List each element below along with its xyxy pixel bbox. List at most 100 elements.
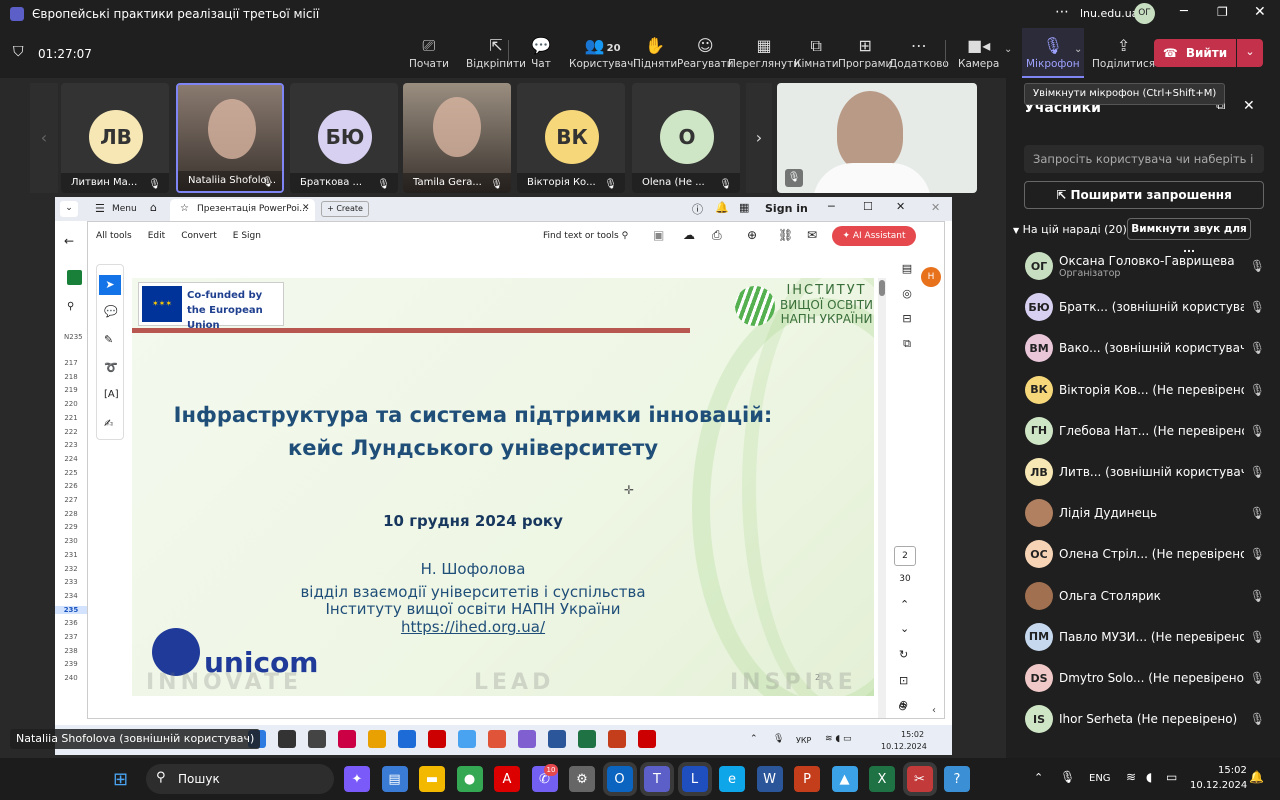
photos-icon[interactable]: ▲ xyxy=(831,766,858,792)
invite-input[interactable]: Запросіть користувача чи наберіть і xyxy=(1024,145,1264,173)
share-invite-button[interactable]: ⇱ Поширити запрошення xyxy=(1024,181,1264,209)
mute-all-button[interactable]: Вимкнути звук для ... xyxy=(1127,218,1251,255)
profile-chevron-icon[interactable]: ⌄ xyxy=(60,201,78,217)
acrobat-menu-item[interactable]: E Sign xyxy=(233,231,261,241)
prev-tiles-arrow-icon[interactable]: ‹ xyxy=(30,83,58,193)
select-tool-icon[interactable]: ➤ xyxy=(99,275,121,295)
scrollbar-thumb[interactable] xyxy=(879,280,885,296)
browser-close-icon[interactable]: ✕ xyxy=(896,200,905,213)
acrobat-menu-item[interactable]: All tools xyxy=(96,231,132,241)
tray-up-icon[interactable]: ⌃ xyxy=(1034,771,1043,784)
participant-row[interactable]: ОС Олена Стріл... (Не перевірено) 🎙 xyxy=(1025,536,1265,572)
tray-date[interactable]: 10.12.2024 xyxy=(1190,780,1247,791)
sign-tool-icon[interactable]: ✍ xyxy=(104,417,113,430)
help-icon[interactable]: ? xyxy=(944,766,970,792)
participant-tile[interactable]: ВК Вікторія Ко... 🎙 xyxy=(517,83,625,193)
close-icon[interactable]: ✕ xyxy=(1254,4,1266,20)
participant-row[interactable]: ВК Вікторія Ков... (Не перевірено) 🎙 xyxy=(1025,372,1265,408)
fit-page-icon[interactable]: ⊡ xyxy=(899,674,908,687)
page-down-icon[interactable]: ⌄ xyxy=(900,622,909,635)
word-icon[interactable]: W xyxy=(756,766,783,792)
leave-options-chevron-icon[interactable]: ⌄ xyxy=(1237,39,1263,67)
outer-close-icon[interactable]: ✕ xyxy=(931,201,940,214)
participant-row[interactable]: ОГ Оксана Головко-Гаврищева Організатор 🎙 xyxy=(1025,248,1265,284)
copy-icon[interactable]: ⧉ xyxy=(894,337,920,351)
toolbar-button-5[interactable]: ☺ Реагувати xyxy=(677,36,734,76)
share-button[interactable]: ⇪ Поділитися xyxy=(1092,36,1155,76)
participant-tile[interactable]: БЮ Браткова ... 🎙 xyxy=(290,83,398,193)
edge-icon[interactable]: e xyxy=(719,766,745,792)
toolbar-button-8[interactable]: ⊞ Програми xyxy=(838,36,892,76)
hamburger-icon[interactable]: ☰ xyxy=(95,202,105,215)
create-button[interactable]: + Create xyxy=(321,201,369,217)
bell-icon[interactable]: 🔔 xyxy=(715,201,729,214)
tab-close-icon[interactable]: ✕ xyxy=(302,203,310,213)
acrobat-icon[interactable]: A xyxy=(494,766,520,792)
participant-row[interactable]: IS Ihor Serheta (Не перевірено) 🎙 xyxy=(1025,701,1265,737)
copilot-icon[interactable]: ✦ xyxy=(344,766,370,792)
participant-tile[interactable]: ЛВ Литвин Ма... 🎙 xyxy=(61,83,169,193)
app-l-icon[interactable]: L xyxy=(677,762,712,796)
participant-tile[interactable]: О Olena (Не ... 🎙 xyxy=(632,83,740,193)
apps-grid-icon[interactable]: ▦ xyxy=(739,201,749,214)
browser-minimize-icon[interactable]: ─ xyxy=(828,200,835,213)
slide-url-link[interactable]: https://ihed.org.ua/ xyxy=(132,618,844,636)
help-icon[interactable]: ⓘ xyxy=(692,201,703,217)
participant-row[interactable]: Ольга Столярик 🎙 xyxy=(1025,578,1265,614)
chrome-icon[interactable]: ● xyxy=(456,766,483,792)
toolbar-button-7[interactable]: ⧉ Кімнати xyxy=(794,36,839,76)
outlook-icon[interactable]: O xyxy=(602,762,637,796)
folder-icon[interactable]: ▬ xyxy=(419,766,445,792)
camera-options-chevron-icon[interactable]: ⌄ xyxy=(1004,44,1012,55)
text-tool-icon[interactable]: [A] xyxy=(104,389,119,400)
menu-label[interactable]: Menu xyxy=(112,204,137,214)
comment-tool-icon[interactable]: 💬 xyxy=(104,305,118,318)
tray-volume-icon[interactable]: ◖ xyxy=(1146,770,1152,784)
pen-tool-icon[interactable]: ✎ xyxy=(104,333,113,346)
restore-icon[interactable]: ❐ xyxy=(1217,5,1228,19)
store-icon[interactable]: ▤ xyxy=(381,766,408,792)
settings-icon[interactable]: ⚙ xyxy=(569,766,595,792)
ai-assistant-button[interactable]: ✦ AI Assistant xyxy=(832,226,916,246)
next-tiles-arrow-icon[interactable]: › xyxy=(746,83,772,193)
participant-row[interactable]: ПМ Павло МУЗИ... (Не перевірено) 🎙 xyxy=(1025,619,1265,655)
save-icon[interactable]: ▣ xyxy=(653,228,664,242)
camera-button[interactable]: ■◂ Камера xyxy=(958,36,999,76)
toolbar-button-0[interactable]: ⎚ Почати xyxy=(409,36,449,76)
page-up-icon[interactable]: ⌃ xyxy=(900,598,909,611)
home-icon[interactable]: ⌂ xyxy=(150,201,157,214)
link-icon[interactable]: ⛓ xyxy=(778,228,793,242)
mic-options-chevron-icon[interactable]: ⌄ xyxy=(1074,44,1082,55)
ai-search-icon[interactable]: ⊕ xyxy=(747,228,757,242)
minimize-icon[interactable]: ─ xyxy=(1180,4,1188,19)
meeting-section-toggle[interactable]: ▼ На цій нараді (20) xyxy=(1013,223,1127,236)
lasso-tool-icon[interactable]: ➰ xyxy=(104,361,118,374)
browser-restore-icon[interactable]: ☐ xyxy=(863,200,873,213)
participant-tile[interactable]: Tamila Gera... 🎙 xyxy=(403,83,511,193)
snipping-icon[interactable]: ✂ xyxy=(902,762,937,796)
participant-row[interactable]: ЛВ Литв... (зовнішній користувач) 🎙 xyxy=(1025,454,1265,490)
notification-bell-icon[interactable]: 🔔 xyxy=(1249,770,1264,784)
participant-row[interactable]: Лідія Дудинець 🎙 xyxy=(1025,495,1265,531)
more-icon[interactable]: ⋯ xyxy=(1055,4,1069,20)
toolbar-button-3[interactable]: 👥 20 Користувачі xyxy=(569,36,636,76)
taskbar-search[interactable]: ⚲ Пошук xyxy=(146,764,334,794)
collapse-arrow-icon[interactable]: ‹ xyxy=(932,705,936,716)
tray-wifi-icon[interactable]: ≋ xyxy=(1126,770,1136,784)
bookmark-icon[interactable]: ⊟ xyxy=(894,312,920,325)
tray-battery-icon[interactable]: ▭ xyxy=(1166,770,1177,784)
notes-icon[interactable]: ▤ xyxy=(894,262,920,275)
toolbar-button-9[interactable]: ⋯ Додатково xyxy=(889,36,949,76)
participant-row[interactable]: ГН Глебова Нат... (Не перевірено) 🎙 xyxy=(1025,413,1265,449)
toolbar-button-4[interactable]: ✋ Підняти xyxy=(633,36,677,76)
zoom-out-icon[interactable]: ⊖ xyxy=(898,700,907,713)
mail-icon[interactable]: ✉ xyxy=(807,228,817,242)
participant-tile[interactable]: Nataliia Shofolo... 🎙 xyxy=(176,83,284,193)
excel-icon[interactable]: X xyxy=(869,766,895,792)
powerpoint-icon[interactable]: P xyxy=(794,766,820,792)
upload-icon[interactable]: ☁ xyxy=(683,228,695,242)
participant-row[interactable]: DS Dmytro Solo... (Не перевірено) 🎙 xyxy=(1025,660,1265,696)
vertical-scrollbar[interactable] xyxy=(878,278,886,718)
acrobat-menu-item[interactable]: Edit xyxy=(148,231,165,241)
page-current-box[interactable]: 2 xyxy=(894,546,916,566)
